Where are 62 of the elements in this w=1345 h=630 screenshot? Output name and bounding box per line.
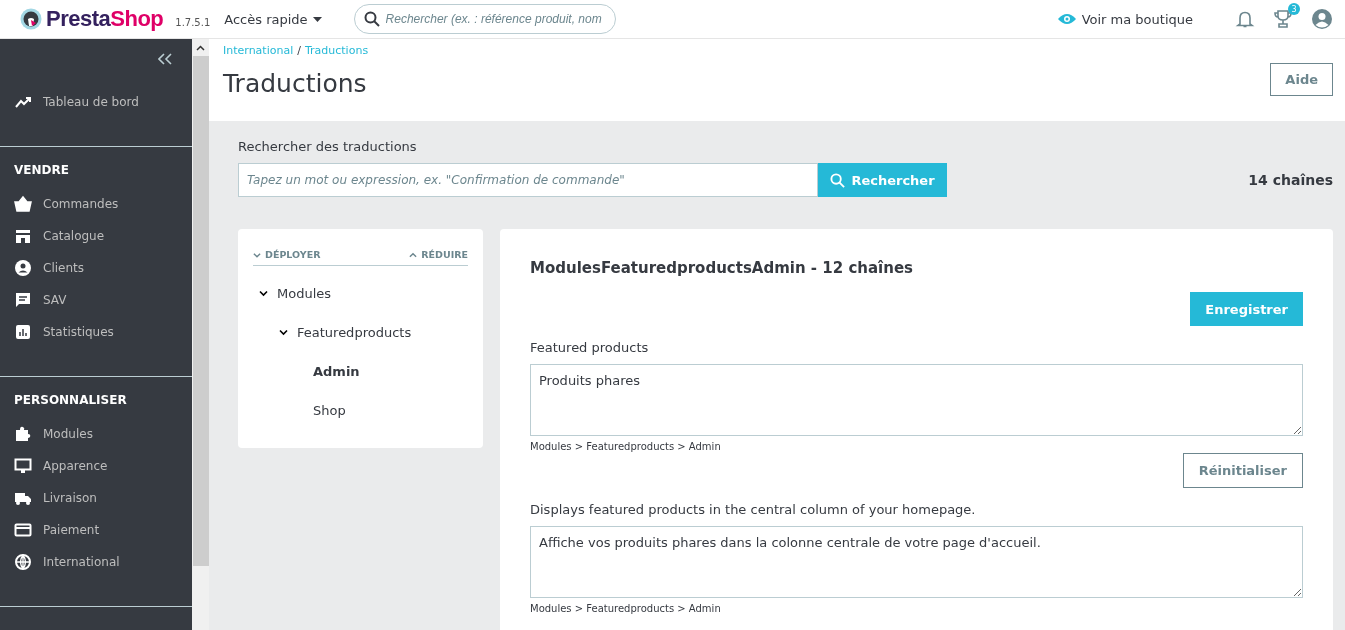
- person-icon: [14, 259, 32, 277]
- card-icon: [14, 521, 32, 539]
- globe-icon: [14, 553, 32, 571]
- sidebar-item[interactable]: Statistiques: [0, 316, 192, 348]
- chevron-down-icon: [253, 251, 261, 258]
- search-icon: [830, 172, 846, 188]
- translation-field[interactable]: Affiche vos produits phares dans la colonne centrale de votre page d'accueil.: [530, 526, 1303, 598]
- section-heading: PERSONNALISER: [13, 392, 128, 409]
- string-count: 14 chaînes: [1248, 172, 1333, 188]
- eye-icon: [1057, 13, 1076, 25]
- breadcrumb-separator: /: [297, 44, 301, 57]
- section-heading: VENDRE: [13, 162, 70, 179]
- sidebar-item[interactable]: Clients: [0, 252, 192, 284]
- sidebar-item[interactable]: SAV: [0, 284, 192, 316]
- caret-icon: [312, 16, 322, 22]
- trophy-icon[interactable]: [1273, 9, 1293, 29]
- sidebar-item[interactable]: Tableau de bord: [0, 86, 192, 118]
- source-string: Featured products: [530, 340, 650, 355]
- chevron-down-icon[interactable]: [259, 290, 268, 297]
- chevron-down-icon[interactable]: [279, 329, 288, 336]
- sidebar-item[interactable]: Apparence: [0, 450, 192, 482]
- view-shop-link[interactable]: Voir ma boutique: [1057, 11, 1193, 27]
- monitor-icon: [14, 457, 32, 475]
- help-button[interactable]: Aide: [1270, 63, 1333, 96]
- expand-all-button[interactable]: DÉPLOYER: [253, 249, 321, 260]
- quick-access-menu[interactable]: Accès rapide: [224, 11, 322, 27]
- basket-icon: [14, 195, 32, 213]
- store-icon: [14, 227, 32, 245]
- puzzle-icon: [14, 425, 32, 443]
- search-field[interactable]: Rechercher (ex. : référence produit, nom: [353, 4, 616, 34]
- collapse-sidebar-icon[interactable]: [158, 53, 172, 65]
- notification-badge: 3: [1288, 3, 1300, 15]
- stats-icon: [14, 323, 32, 341]
- tree-item[interactable]: Shop: [313, 403, 346, 418]
- tree-item[interactable]: Modules: [277, 286, 332, 301]
- reset-button[interactable]: Réinitialiser: [1182, 453, 1303, 488]
- page-title: Traductions: [223, 69, 368, 98]
- version-label: 1.7.5.1: [175, 16, 211, 28]
- chevron-up-icon: [409, 251, 418, 258]
- user-avatar-icon[interactable]: [1311, 8, 1333, 30]
- scroll-up-icon[interactable]: [196, 44, 205, 51]
- collapse-all-button[interactable]: RÉDUIRE: [409, 249, 468, 260]
- sidebar-item[interactable]: Commandes: [0, 188, 192, 220]
- section-title: ModulesFeaturedproductsAdmin - 12 chaînes: [530, 259, 914, 277]
- domain-path: Modules > Featuredproducts > Admin: [530, 441, 722, 452]
- sidebar-item[interactable]: Livraison: [0, 482, 192, 514]
- sidebar-item[interactable]: Paiement: [0, 514, 192, 546]
- sidebar-item[interactable]: Modules: [0, 418, 192, 450]
- translation-search-field[interactable]: Tapez un mot ou expression, ex. "Confirmation de commande": [238, 163, 818, 197]
- tree-item[interactable]: Featuredproducts: [297, 325, 412, 340]
- search-label: Rechercher des traductions: [238, 139, 418, 154]
- sidebar-item[interactable]: Catalogue: [0, 220, 192, 252]
- bell-icon[interactable]: [1235, 9, 1255, 29]
- penguin-logo-icon: [20, 8, 42, 30]
- tree-item[interactable]: Admin: [313, 364, 360, 379]
- chat-icon: [14, 291, 32, 309]
- brand-logo[interactable]: PrestaShop: [20, 6, 164, 32]
- domain-path: Modules > Featuredproducts > Admin: [530, 603, 722, 614]
- translation-field[interactable]: Produits phares: [530, 364, 1303, 436]
- source-string: Displays featured products in the central column of your homepage.: [530, 502, 977, 517]
- sidebar-item[interactable]: International: [0, 546, 192, 578]
- scrollbar-thumb[interactable]: [193, 56, 209, 566]
